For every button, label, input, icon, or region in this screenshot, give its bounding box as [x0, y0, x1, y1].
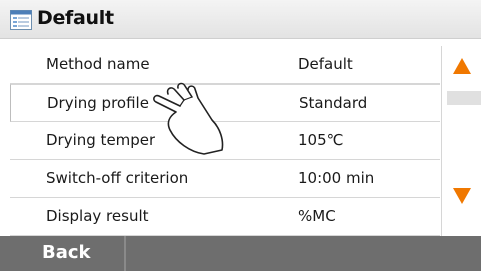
back-button[interactable]: Back: [0, 236, 126, 271]
row-label: Drying temper: [46, 131, 156, 149]
row-label: Method name: [46, 55, 150, 73]
list-icon: [10, 10, 32, 30]
settings-list: Method name Default Drying profile Stand…: [10, 46, 440, 236]
row-value: 105℃: [298, 131, 344, 149]
footer-bar: Back: [0, 236, 481, 271]
row-value: %MC: [298, 207, 336, 225]
window-title: Default: [37, 7, 114, 29]
row-label: Display result: [46, 207, 149, 225]
row-method-name[interactable]: Method name Default: [10, 46, 440, 84]
title-bar: Default: [0, 0, 481, 39]
arrow-down-icon[interactable]: [452, 186, 472, 206]
row-drying-profile[interactable]: Drying profile Standard: [10, 84, 440, 122]
row-value: Default: [298, 55, 353, 73]
scroll-thumb[interactable]: [447, 91, 481, 105]
row-label: Switch-off criterion: [46, 169, 189, 187]
row-value: 10:00 min: [298, 169, 375, 187]
row-drying-temperature[interactable]: Drying temper 105℃: [10, 122, 440, 160]
row-label: Drying profile: [47, 94, 149, 112]
row-value: Standard: [299, 94, 368, 112]
row-switch-off-criterion[interactable]: Switch-off criterion 10:00 min: [10, 160, 440, 198]
scrollbar[interactable]: [441, 46, 481, 236]
back-label: Back: [42, 242, 91, 263]
arrow-up-icon[interactable]: [452, 56, 472, 76]
row-display-result[interactable]: Display result %MC: [10, 198, 440, 236]
